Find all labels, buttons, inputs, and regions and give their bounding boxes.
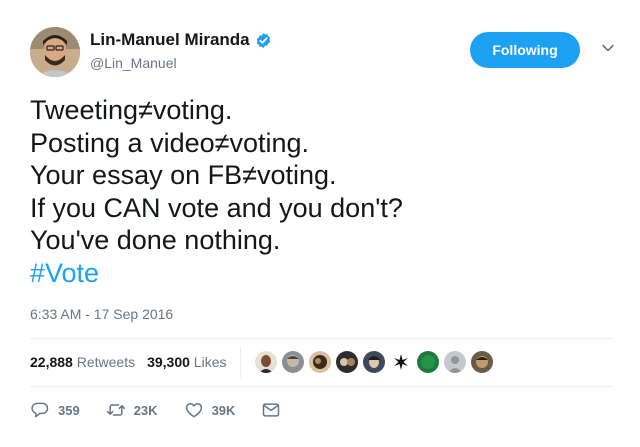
tweet-actions: 359 23K 39K xyxy=(30,398,315,422)
tweet-stats: 22,888 Retweets 39,300 Likes xyxy=(30,346,613,378)
liker-avatar[interactable] xyxy=(390,351,413,373)
liker-avatar[interactable] xyxy=(282,351,305,373)
like-count: 39K xyxy=(211,402,236,418)
liker-avatars xyxy=(255,351,498,373)
hashtag-link[interactable]: #Vote xyxy=(30,257,610,290)
avatar[interactable] xyxy=(30,27,80,77)
user-names: Lin-Manuel Miranda @Lin_Manuel xyxy=(90,30,272,71)
divider xyxy=(30,338,613,339)
user-handle[interactable]: @Lin_Manuel xyxy=(90,55,272,71)
likes-label: Likes xyxy=(193,354,227,370)
reply-count: 359 xyxy=(58,402,80,418)
retweets-count: 22,888 xyxy=(30,354,73,370)
tweet-text-line: You've done nothing. xyxy=(30,225,281,255)
tweet-text-line: Posting a video≠voting. xyxy=(30,127,309,158)
retweet-button[interactable]: 23K xyxy=(106,400,158,420)
retweet-count: 23K xyxy=(133,402,158,418)
verified-badge-icon xyxy=(256,32,270,48)
reply-icon xyxy=(31,402,49,418)
direct-message-icon xyxy=(263,403,280,417)
heart-icon xyxy=(185,403,202,418)
tweet-text-line: Your essay on FB≠voting. xyxy=(30,160,337,190)
retweets-label: Retweets xyxy=(76,354,136,370)
liker-avatar[interactable] xyxy=(363,351,386,373)
tweet-text-line: Tweeting≠voting. xyxy=(30,95,233,125)
tweet-card: Lin-Manuel Miranda @Lin_Manuel Following… xyxy=(0,0,640,447)
like-button[interactable]: 39K xyxy=(184,400,236,420)
chevron-down-icon[interactable] xyxy=(600,40,616,56)
reply-button[interactable]: 359 xyxy=(30,400,80,420)
stats-separator xyxy=(240,346,242,378)
retweets-stat[interactable]: 22,888 Retweets xyxy=(30,354,135,370)
display-name[interactable]: Lin-Manuel Miranda xyxy=(90,30,250,50)
direct-message-button[interactable] xyxy=(261,400,289,420)
liker-avatar[interactable] xyxy=(417,351,440,373)
tweet-text-line: If you CAN vote and you don't? xyxy=(30,192,403,223)
likes-count: 39,300 xyxy=(147,354,190,370)
liker-avatar[interactable] xyxy=(336,351,359,373)
tweet-text: Tweeting≠voting. Posting a video≠voting.… xyxy=(30,94,610,289)
divider xyxy=(30,386,613,387)
retweet-icon xyxy=(106,404,125,416)
liker-avatar[interactable] xyxy=(255,351,278,373)
tweet-timestamp[interactable]: 6:33 AM - 17 Sep 2016 xyxy=(30,306,173,322)
liker-avatar[interactable] xyxy=(471,351,494,373)
liker-avatar[interactable] xyxy=(444,351,467,373)
liker-avatar[interactable] xyxy=(309,351,332,373)
tweet-header: Lin-Manuel Miranda @Lin_Manuel Following xyxy=(30,24,620,80)
following-button[interactable]: Following xyxy=(470,32,580,68)
likes-stat[interactable]: 39,300 Likes xyxy=(147,354,226,370)
